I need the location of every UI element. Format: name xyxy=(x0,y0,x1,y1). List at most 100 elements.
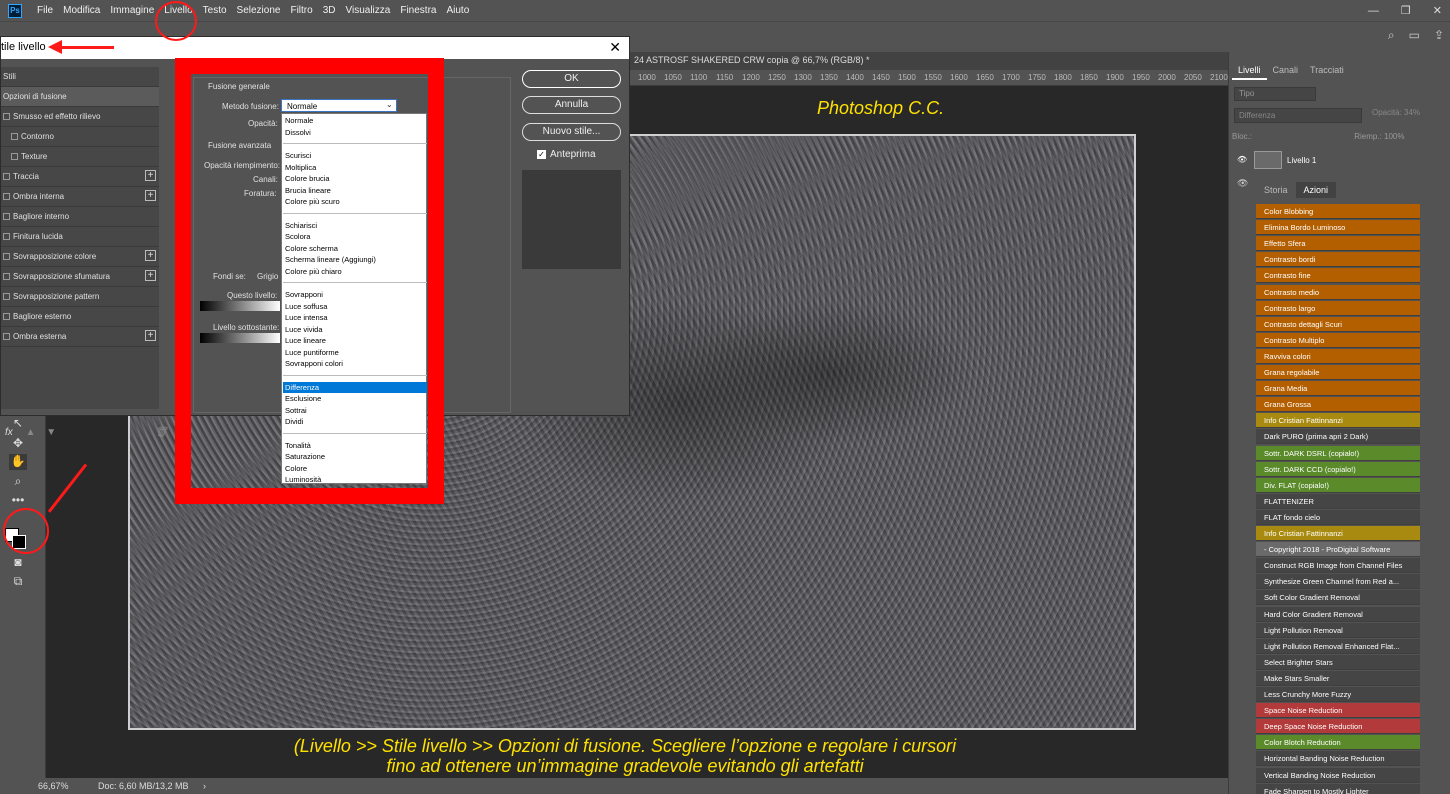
action-item[interactable]: Effetto Sfera xyxy=(1256,236,1420,252)
add-effect-icon[interactable]: + xyxy=(145,170,156,181)
layer-opacity[interactable]: Opacità: 34% xyxy=(1372,108,1420,117)
action-item[interactable]: Elimina Bordo Luminoso xyxy=(1256,220,1420,236)
style-item[interactable]: Texture xyxy=(1,147,159,167)
action-item[interactable]: Less Crunchy More Fuzzy xyxy=(1256,687,1420,702)
action-item[interactable]: Ravviva colori xyxy=(1256,348,1420,364)
menu-item-filtro[interactable]: Filtro xyxy=(285,5,317,16)
style-checkbox[interactable] xyxy=(3,253,10,260)
style-item[interactable]: Bagliore interno xyxy=(1,207,159,227)
style-checkbox[interactable] xyxy=(3,213,10,220)
search-icon[interactable]: ⌕ xyxy=(1388,28,1395,43)
fill-value[interactable]: Riemp.: 100% xyxy=(1354,132,1404,141)
action-item[interactable]: Hard Color Gradient Removal xyxy=(1256,606,1420,622)
style-checkbox[interactable] xyxy=(11,133,18,140)
add-effect-icon[interactable]: + xyxy=(145,330,156,341)
style-checkbox[interactable] xyxy=(11,153,18,160)
style-checkbox[interactable] xyxy=(3,313,10,320)
menu-item-aiuto[interactable]: Aiuto xyxy=(441,5,474,16)
action-item[interactable]: - Copyright 2018 - ProDigital Software xyxy=(1256,542,1420,558)
style-item[interactable]: Sovrapposizione pattern xyxy=(1,287,159,307)
close-icon[interactable]: ✕ xyxy=(1433,4,1442,17)
add-effect-icon[interactable]: + xyxy=(145,250,156,261)
action-item[interactable]: Contrasto fine xyxy=(1256,268,1420,284)
minimize-icon[interactable]: — xyxy=(1368,5,1379,17)
status-menu-arrow-icon[interactable]: › xyxy=(203,781,206,791)
hand-tool-icon[interactable]: ✋ xyxy=(9,454,27,470)
workspace-icon[interactable]: ▭ xyxy=(1409,28,1420,43)
share-icon[interactable]: ⇪ xyxy=(1434,28,1444,43)
menu-item-testo[interactable]: Testo xyxy=(198,5,232,16)
style-checkbox[interactable] xyxy=(3,113,10,120)
add-effect-icon[interactable]: + xyxy=(145,190,156,201)
action-item[interactable]: Contrasto Multiplo xyxy=(1256,332,1420,348)
add-effect-icon[interactable]: + xyxy=(145,270,156,281)
style-item[interactable]: Traccia + xyxy=(1,167,159,187)
action-item[interactable]: Space Noise Reduction xyxy=(1256,703,1420,719)
style-item[interactable]: Sovrapposizione colore + xyxy=(1,247,159,267)
maximize-icon[interactable]: ❐ xyxy=(1401,4,1411,17)
style-checkbox[interactable] xyxy=(3,293,10,300)
action-item[interactable]: Contrasto bordi xyxy=(1256,252,1420,268)
action-item[interactable]: Sottr. DARK DSRL (copialo!) xyxy=(1256,445,1420,461)
style-checkbox[interactable] xyxy=(3,233,10,240)
layer-blend-select[interactable]: Differenza xyxy=(1234,108,1362,123)
action-item[interactable]: Light Pollution Removal Enhanced Flat... xyxy=(1256,638,1420,654)
zoom-tool-icon[interactable]: ⌕ xyxy=(9,474,27,490)
action-item[interactable]: Color Blobbing xyxy=(1256,204,1420,219)
quick-mask-icon[interactable]: ◙ xyxy=(9,555,27,571)
style-item[interactable]: Bagliore esterno xyxy=(1,307,159,327)
action-item[interactable]: Vertical Banding Noise Reduction xyxy=(1256,767,1420,783)
action-item[interactable]: Div. FLAT (copialo!) xyxy=(1256,477,1420,493)
action-item[interactable]: Construct RGB Image from Channel Files xyxy=(1256,558,1420,574)
style-item[interactable]: Ombra interna + xyxy=(1,187,159,207)
action-item[interactable]: Info Cristian Fattinnanzi xyxy=(1256,526,1420,541)
action-item[interactable]: Dark PURO (prima apri 2 Dark) xyxy=(1256,429,1420,445)
action-item[interactable]: Grana regolabile xyxy=(1256,365,1420,380)
action-item[interactable]: Fade Sharpen to Mostly Lighter xyxy=(1256,783,1420,794)
menu-item-selezione[interactable]: Selezione xyxy=(232,5,286,16)
cancel-button[interactable]: Annulla xyxy=(522,96,621,114)
action-item[interactable]: Contrasto medio xyxy=(1256,284,1420,300)
style-checkbox[interactable] xyxy=(3,193,10,200)
action-item[interactable]: FLATTENIZER xyxy=(1256,493,1420,509)
style-item[interactable]: Sovrapposizione sfumatura + xyxy=(1,267,159,287)
eye-icon[interactable]: 👁 xyxy=(1237,155,1247,164)
tab-tracciati[interactable]: Tracciati xyxy=(1304,62,1350,80)
move-up-icon[interactable]: ▲ xyxy=(26,427,36,438)
style-checkbox[interactable] xyxy=(3,173,10,180)
new-style-button[interactable]: Nuovo stile... xyxy=(522,123,621,141)
style-item[interactable]: Smusso ed effetto rilievo xyxy=(1,107,159,127)
screen-mode-icon[interactable]: ⧉ xyxy=(9,574,27,590)
action-item[interactable]: Sottr. DARK CCD (copialo!) xyxy=(1256,461,1420,477)
preview-checkbox[interactable]: ✓ Anteprima xyxy=(537,149,596,160)
document-tab[interactable]: 24 ASTROSF SHAKERED CRW copia @ 66,7% (R… xyxy=(630,52,1228,70)
trash-icon[interactable]: 🗑 xyxy=(155,427,168,438)
menu-item-visualizza[interactable]: Visualizza xyxy=(341,5,396,16)
layer-filter-input[interactable]: Tipo xyxy=(1234,87,1316,101)
fx-icon[interactable]: fx xyxy=(5,427,13,438)
style-checkbox[interactable] xyxy=(3,333,10,340)
menu-item-3d[interactable]: 3D xyxy=(318,5,341,16)
action-item[interactable]: Soft Color Gradient Removal xyxy=(1256,590,1420,606)
dialog-close-icon[interactable]: ✕ xyxy=(609,39,621,56)
menu-item-file[interactable]: File xyxy=(32,5,58,16)
tab-canali[interactable]: Canali xyxy=(1267,62,1305,80)
zoom-level[interactable]: 66,67% xyxy=(38,781,69,791)
move-down-icon[interactable]: ▼ xyxy=(46,427,56,438)
action-item[interactable]: Grana Grossa xyxy=(1256,397,1420,413)
action-item[interactable]: Deep Space Noise Reduction xyxy=(1256,719,1420,735)
action-item[interactable]: Info Cristian Fattinnanzi xyxy=(1256,413,1420,429)
style-checkbox[interactable] xyxy=(3,273,10,280)
action-item[interactable]: Light Pollution Removal xyxy=(1256,622,1420,638)
tab-storia[interactable]: Storia xyxy=(1256,182,1296,198)
style-item[interactable]: Opzioni di fusione xyxy=(1,87,159,107)
eye-icon[interactable]: 👁 xyxy=(1237,178,1248,189)
action-item[interactable]: Contrasto dettagli Scuri xyxy=(1256,316,1420,332)
action-item[interactable]: Make Stars Smaller xyxy=(1256,670,1420,686)
rotate-view-tool-icon[interactable]: ✥ xyxy=(9,436,27,452)
style-item[interactable]: Finitura lucida xyxy=(1,227,159,247)
style-item[interactable]: Contorno xyxy=(1,127,159,147)
more-tools-icon[interactable]: ••• xyxy=(9,493,27,509)
action-item[interactable]: Horizontal Banding Noise Reduction xyxy=(1256,751,1420,767)
action-item[interactable]: Select Brighter Stars xyxy=(1256,654,1420,670)
